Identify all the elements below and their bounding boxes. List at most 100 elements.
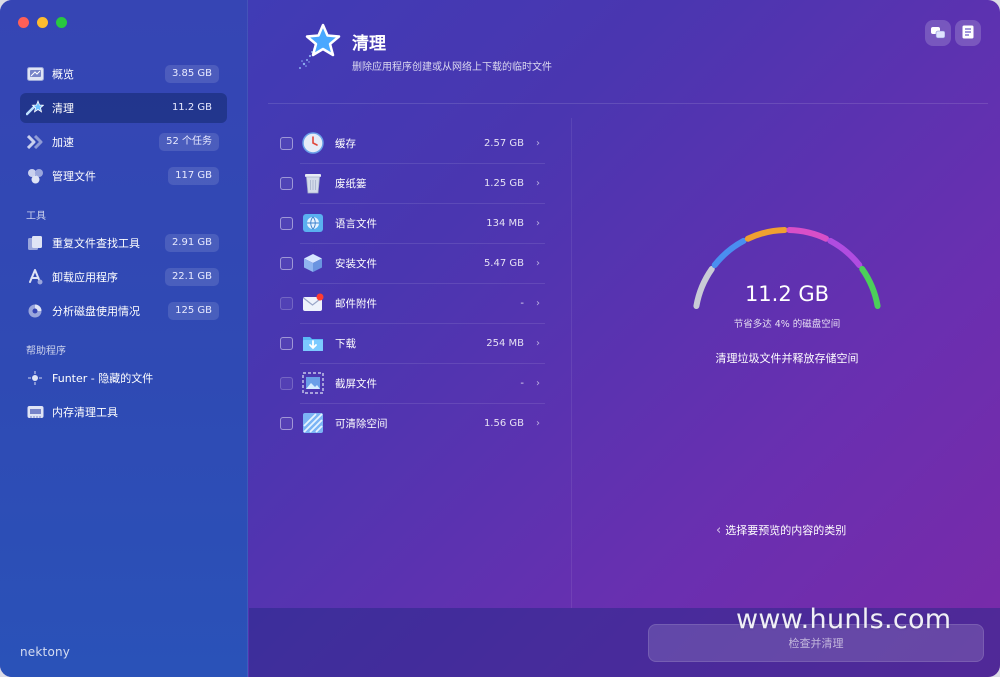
document-icon bbox=[962, 24, 974, 43]
window-controls bbox=[18, 17, 67, 28]
chat-icon bbox=[931, 24, 946, 43]
chevron-right-icon: › bbox=[536, 297, 540, 309]
manage-files-icon bbox=[26, 167, 44, 185]
chevron-left-icon: ‹ bbox=[716, 522, 722, 538]
uninstall-icon bbox=[26, 268, 44, 286]
downloads-checkbox[interactable] bbox=[280, 336, 293, 350]
preview-hint-text: 选择要预览的内容的类别 bbox=[725, 524, 847, 537]
speedup-icon bbox=[26, 133, 44, 151]
installer-icon bbox=[302, 252, 324, 274]
gauge-caption: 清理垃圾文件并释放存储空间 bbox=[715, 352, 859, 365]
sidebar-item-label: 重复文件查找工具 bbox=[52, 237, 140, 250]
clock-icon bbox=[302, 132, 324, 154]
gauge-subtitle: 节省多达 4% 的磁盘空间 bbox=[733, 319, 841, 330]
sidebar-item-label: 管理文件 bbox=[52, 170, 96, 183]
gauge-segment bbox=[744, 227, 788, 242]
cache-checkbox[interactable] bbox=[280, 136, 293, 150]
sidebar-item-label: 内存清理工具 bbox=[52, 406, 118, 419]
trash-checkbox[interactable] bbox=[280, 176, 293, 190]
mail-attachments-checkbox[interactable] bbox=[280, 296, 293, 310]
cleanup-star-icon bbox=[296, 22, 342, 72]
sidebar-item-badge: 117 GB bbox=[168, 167, 219, 185]
list-item-label: 可清除空间 bbox=[335, 417, 388, 430]
feedback-button[interactable] bbox=[925, 20, 951, 46]
chevron-right-icon: › bbox=[536, 217, 540, 229]
list-item-label: 语言文件 bbox=[335, 217, 377, 230]
language-icon bbox=[302, 212, 324, 234]
installers-checkbox[interactable] bbox=[280, 256, 293, 270]
chevron-right-icon: › bbox=[536, 257, 540, 269]
sidebar-item-uninstaller[interactable]: 卸载应用程序 22.1 GB bbox=[20, 262, 227, 292]
sidebar-item-badge: 3.85 GB bbox=[164, 65, 219, 83]
preview-hint: ‹ 选择要预览的内容的类别 bbox=[716, 522, 846, 538]
list-item-size: 1.56 GB bbox=[483, 417, 524, 429]
disk-analyzer-icon bbox=[26, 302, 44, 320]
list-item-purgeable-space[interactable]: 可清除空间 1.56 GB › bbox=[276, 403, 546, 443]
funter-icon bbox=[26, 369, 44, 387]
zoom-window-button[interactable] bbox=[56, 17, 67, 28]
sidebar-item-label: 加速 bbox=[52, 136, 74, 149]
sidebar-item-duplicate-finder[interactable]: 重复文件查找工具 2.91 GB bbox=[20, 228, 227, 258]
list-item-label: 邮件附件 bbox=[335, 297, 377, 310]
list-item-downloads[interactable]: 下载 254 MB › bbox=[276, 323, 546, 363]
gauge-segment bbox=[827, 237, 863, 269]
list-item-label: 废纸篓 bbox=[335, 177, 367, 190]
helpers-section-title: 帮助程序 bbox=[26, 346, 66, 357]
sidebar-item-badge: 11.2 GB bbox=[171, 102, 212, 113]
sidebar-item-badge: 125 GB bbox=[168, 302, 219, 320]
watermark: www.hunls.com bbox=[736, 604, 952, 635]
gauge-segment bbox=[711, 237, 747, 269]
sidebar-item-badge: 52 个任务 bbox=[159, 133, 219, 151]
purgeable-space-checkbox[interactable] bbox=[280, 416, 293, 430]
list-item-trash[interactable]: 废纸篓 1.25 GB › bbox=[276, 163, 546, 203]
cleanup-icon bbox=[26, 99, 44, 117]
list-item-size: 254 MB bbox=[486, 337, 524, 349]
list-item-installers[interactable]: 安装文件 5.47 GB › bbox=[276, 243, 546, 283]
list-item-mail-attachments[interactable]: 邮件附件 - › bbox=[276, 283, 546, 323]
news-button[interactable] bbox=[955, 20, 981, 46]
list-item-label: 安装文件 bbox=[335, 257, 377, 270]
header-divider bbox=[268, 103, 988, 104]
sidebar-item-cleanup[interactable]: 清理 11.2 GB bbox=[20, 93, 227, 123]
sidebar-item-badge: 2.91 GB bbox=[164, 234, 219, 252]
list-divider bbox=[571, 118, 572, 608]
memory-cleaner-icon bbox=[26, 403, 44, 421]
language-files-checkbox[interactable] bbox=[280, 216, 293, 230]
sidebar-item-label: Funter - 隐藏的文件 bbox=[52, 372, 154, 385]
sidebar-item-label: 清理 bbox=[52, 102, 74, 115]
mail-icon bbox=[302, 292, 324, 314]
purgeable-icon bbox=[302, 412, 324, 434]
sidebar-item-funter[interactable]: Funter - 隐藏的文件 bbox=[20, 363, 227, 393]
sidebar-item-speedup[interactable]: 加速 52 个任务 bbox=[20, 127, 227, 157]
list-item-screenshots[interactable]: 截屏文件 - › bbox=[276, 363, 546, 403]
list-item-size: 134 MB bbox=[486, 217, 524, 229]
gauge-value: 11.2 GB bbox=[744, 282, 830, 306]
list-item-size: 2.57 GB bbox=[483, 137, 524, 149]
sidebar-item-label: 概览 bbox=[52, 68, 74, 81]
chevron-right-icon: › bbox=[536, 137, 540, 149]
screenshot-icon bbox=[302, 372, 324, 394]
gauge-segment bbox=[786, 227, 830, 242]
list-item-size: 5.47 GB bbox=[483, 257, 524, 269]
list-item-language-files[interactable]: 语言文件 134 MB › bbox=[276, 203, 546, 243]
chevron-right-icon: › bbox=[536, 377, 540, 389]
trash-icon bbox=[302, 172, 324, 194]
sidebar-item-badge: 22.1 GB bbox=[164, 268, 219, 286]
close-window-button[interactable] bbox=[18, 17, 29, 28]
minimize-window-button[interactable] bbox=[37, 17, 48, 28]
list-item-size: - bbox=[520, 297, 524, 309]
list-item-size: - bbox=[520, 377, 524, 389]
list-item-cache[interactable]: 缓存 2.57 GB › bbox=[276, 123, 546, 163]
sidebar-item-memory-cleaner[interactable]: 内存清理工具 bbox=[20, 397, 227, 427]
chevron-right-icon: › bbox=[536, 337, 540, 349]
sidebar-item-disk-analyzer[interactable]: 分析磁盘使用情况 125 GB bbox=[20, 296, 227, 326]
download-folder-icon bbox=[302, 332, 324, 354]
duplicate-files-icon bbox=[26, 234, 44, 252]
app-window: 概览 3.85 GB 清理 11.2 GB 加速 52 个任务 管理文件 117… bbox=[0, 0, 1000, 677]
screenshots-checkbox[interactable] bbox=[280, 376, 293, 390]
list-item-label: 截屏文件 bbox=[335, 377, 377, 390]
tools-section-title: 工具 bbox=[26, 211, 46, 222]
chevron-right-icon: › bbox=[536, 417, 540, 429]
sidebar-item-overview[interactable]: 概览 3.85 GB bbox=[20, 59, 227, 89]
sidebar-item-manage-files[interactable]: 管理文件 117 GB bbox=[20, 161, 227, 191]
